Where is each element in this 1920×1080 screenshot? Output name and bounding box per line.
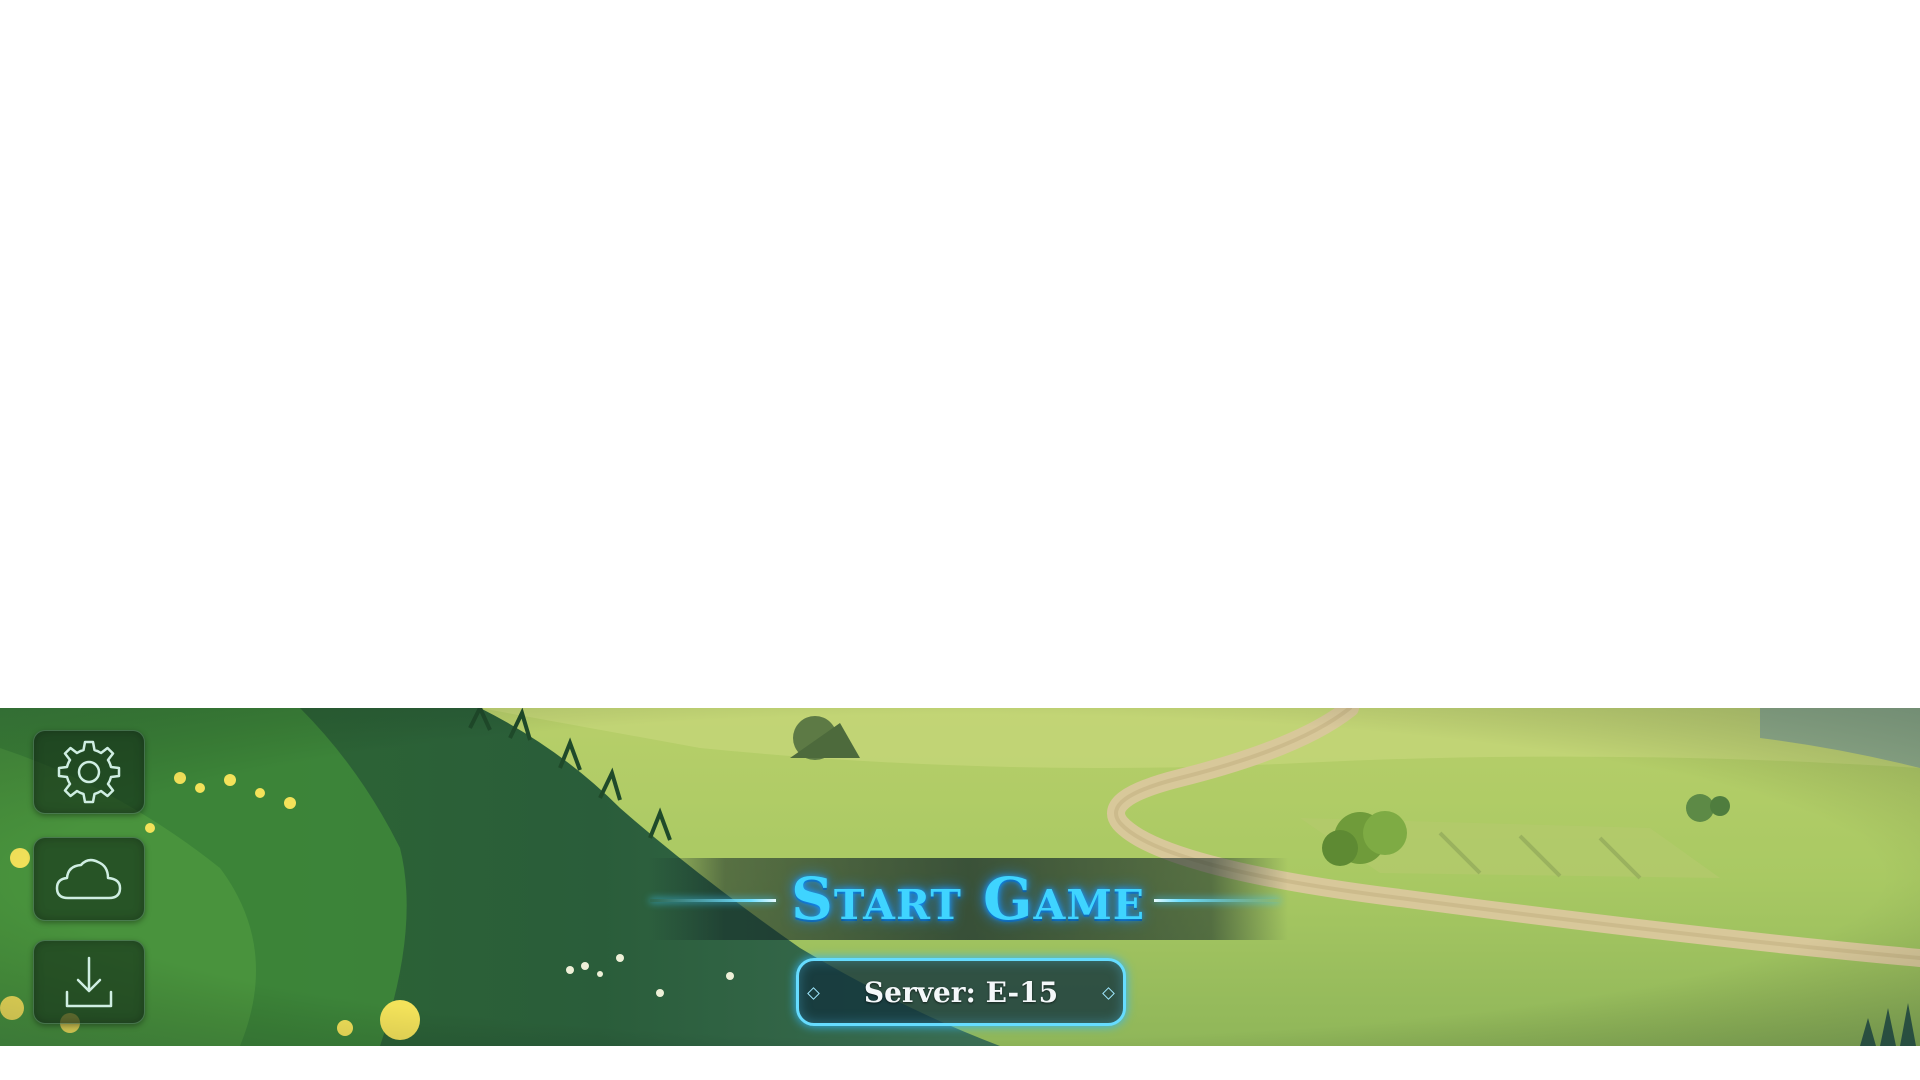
server-button-ornament-right (1102, 987, 1115, 1000)
start-game-button[interactable]: Start Game (768, 858, 1168, 940)
server-label: Server: E-15 (863, 975, 1059, 1009)
server-button-ornament-left (807, 987, 820, 1000)
settings-button[interactable] (33, 730, 145, 814)
gear-icon (57, 740, 121, 804)
download-button[interactable] (33, 940, 145, 1024)
game-viewport: Start Game Server: E-15 (0, 708, 1920, 1046)
server-select-button[interactable]: Server: E-15 (796, 958, 1126, 1026)
start-banner-right-line (1154, 899, 1280, 902)
cloud-icon (55, 858, 122, 900)
download-icon (65, 956, 113, 1008)
cloud-save-button[interactable] (33, 837, 145, 921)
start-banner-left-line (650, 899, 776, 902)
